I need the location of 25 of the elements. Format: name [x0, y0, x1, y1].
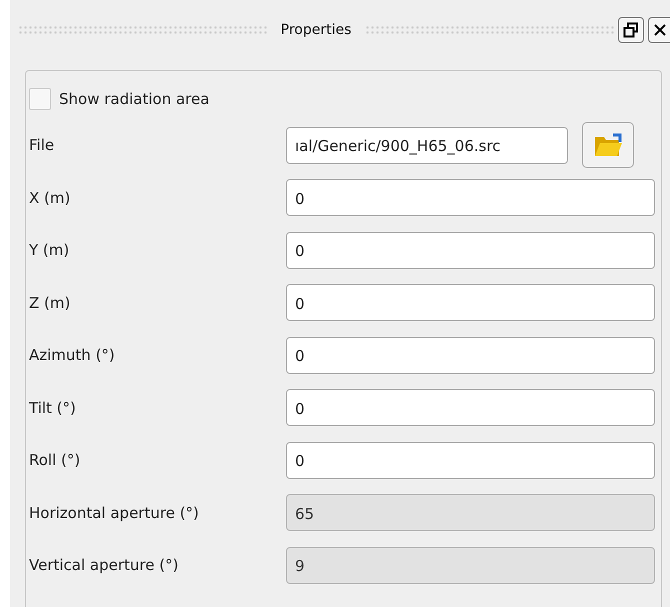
close-button[interactable]	[648, 17, 670, 43]
field-label: Vertical aperture (°)	[29, 555, 180, 576]
field-label: Roll (°)	[29, 450, 82, 471]
close-icon	[652, 23, 667, 37]
file-path-field[interactable]: ıal/Generic/900_H65_06.src	[286, 126, 568, 164]
field-label: Y (m)	[29, 240, 70, 261]
checkbox-label[interactable]: Show radiation area	[59, 88, 210, 110]
field-label: File	[29, 135, 56, 156]
checkbox[interactable]	[29, 88, 51, 110]
field-label: Horizontal aperture (°)	[29, 502, 200, 524]
input-field[interactable]: 0	[286, 389, 655, 426]
panel-title: Properties	[280, 20, 352, 40]
field-label: Z (m)	[29, 292, 72, 314]
browse-button[interactable]	[582, 122, 634, 168]
input-field[interactable]: 0	[286, 284, 655, 322]
input-field[interactable]: 0	[286, 232, 655, 269]
restore-icon	[623, 22, 640, 38]
input-field[interactable]: 0	[286, 336, 655, 374]
input-field[interactable]: 0	[286, 442, 655, 479]
field-label: X (m)	[29, 188, 72, 208]
float-button[interactable]	[618, 17, 644, 43]
field-label: Tilt (°)	[29, 398, 77, 418]
input-field[interactable]: 0	[286, 179, 655, 216]
folder-icon	[593, 132, 623, 158]
field-label: Azimuth (°)	[29, 345, 116, 366]
